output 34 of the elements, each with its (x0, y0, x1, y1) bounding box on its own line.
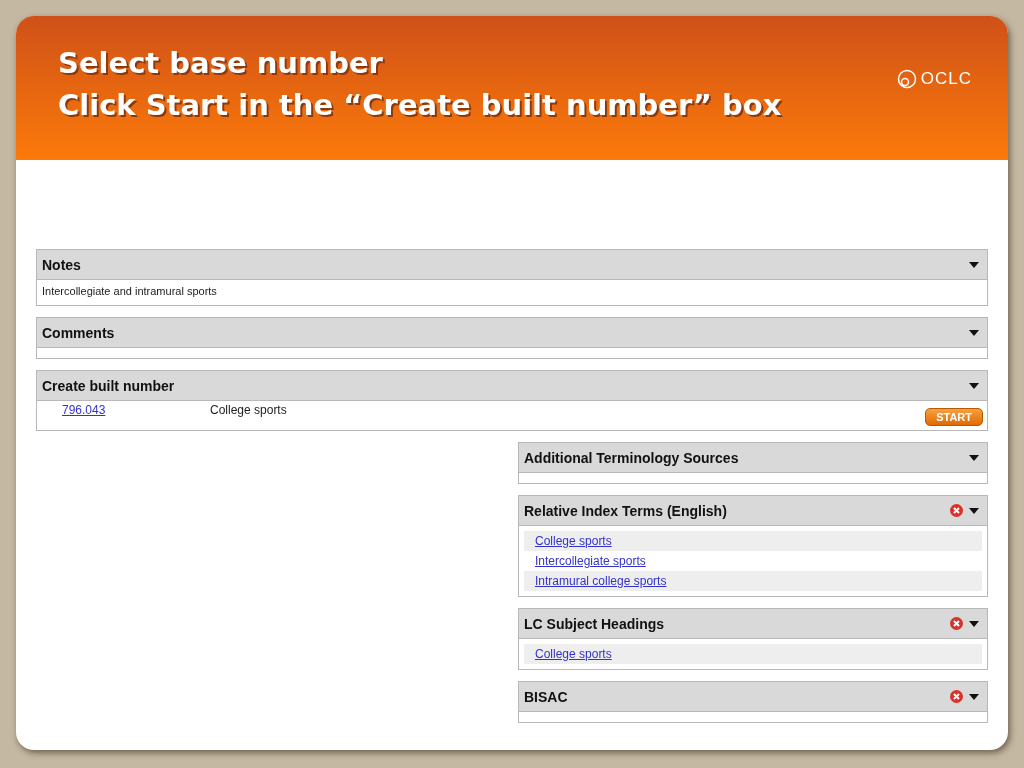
dropdown-caret-icon[interactable] (969, 454, 979, 461)
number-link[interactable]: 796.043 (62, 403, 210, 417)
logo-text: OCLC (920, 69, 972, 89)
term-link[interactable]: College sports (535, 534, 612, 548)
slide-title: Click Start in the “Create built number” box (58, 87, 782, 124)
panel-header[interactable]: Comments (37, 318, 987, 348)
panel-title: Comments (42, 324, 116, 341)
term-link[interactable]: Intercollegiate sports (535, 554, 646, 568)
term-link[interactable]: College sports (535, 647, 612, 661)
panel-header[interactable]: Additional Terminology Sources (519, 443, 987, 473)
panel-title: Relative Index Terms (English) (524, 502, 728, 519)
panel-title: BISAC (524, 688, 569, 705)
panel-header[interactable]: Relative Index Terms (English) (519, 496, 987, 526)
panel-title: LC Subject Headings (524, 615, 666, 632)
number-caption: College sports (210, 403, 288, 417)
panel-header[interactable]: Create built number (37, 371, 987, 401)
dropdown-caret-icon[interactable] (969, 507, 979, 514)
panel-header[interactable]: LC Subject Headings (519, 609, 987, 639)
logo-icon (896, 69, 917, 89)
remove-icon[interactable] (950, 617, 963, 630)
panel-title: Additional Terminology Sources (524, 449, 740, 466)
dropdown-caret-icon[interactable] (969, 620, 979, 627)
dropdown-caret-icon[interactable] (969, 382, 979, 389)
note-text: Intercollegiate and intramural sports (42, 285, 217, 297)
dropdown-caret-icon[interactable] (969, 693, 979, 700)
remove-icon[interactable] (950, 690, 963, 703)
dropdown-caret-icon[interactable] (969, 261, 979, 268)
slide-title: Select base number (58, 45, 384, 82)
panel-header[interactable]: BISAC (519, 682, 987, 712)
panel-header[interactable]: Notes (37, 250, 987, 280)
panel-title: Create built number (42, 377, 176, 394)
remove-icon[interactable] (950, 504, 963, 517)
panel-title: Notes (42, 256, 82, 273)
dropdown-caret-icon[interactable] (969, 329, 979, 336)
